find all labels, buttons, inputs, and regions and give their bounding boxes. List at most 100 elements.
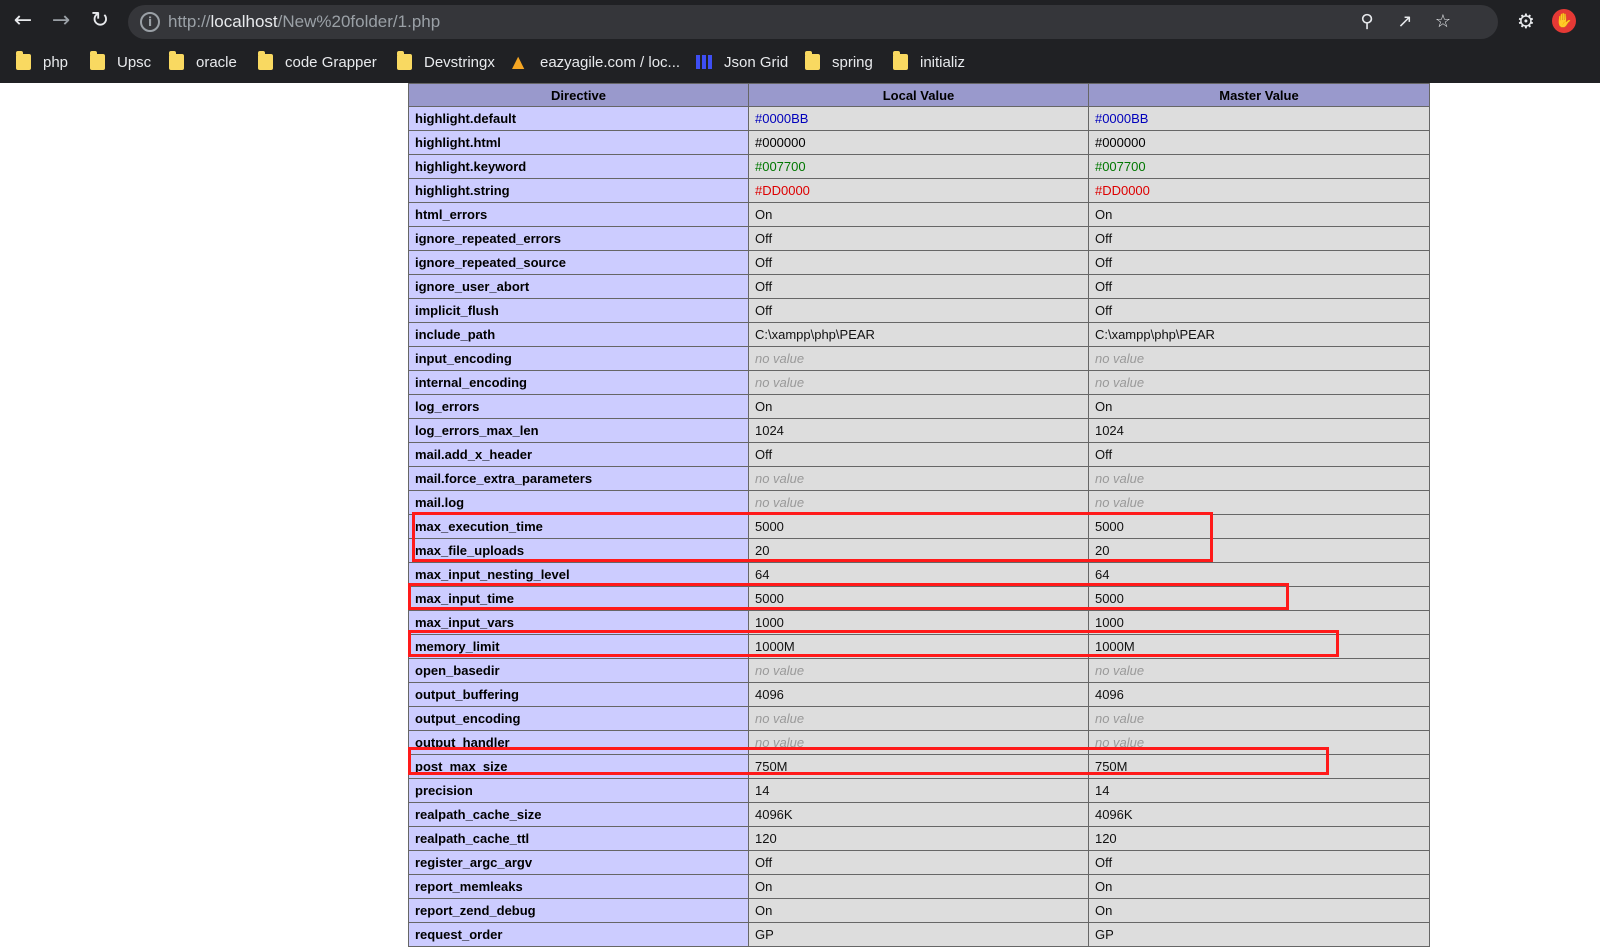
bookmark-label: eazyagile.com / loc...: [540, 53, 681, 71]
table-row: mail.add_x_header Off Off: [408, 442, 1431, 467]
bookmark-spring[interactable]: spring: [805, 50, 873, 74]
directive-cell: ignore_repeated_errors: [408, 226, 749, 251]
table-row: input_encoding no value no value: [408, 346, 1431, 371]
bookmark-label: php: [43, 53, 69, 71]
bookmark-label: code Grapper: [285, 53, 377, 71]
table-row: highlight.html #000000 #000000: [408, 130, 1431, 155]
table-row: max_file_uploads 20 20: [408, 538, 1431, 563]
reload-icon[interactable]: ↻: [85, 6, 115, 36]
directive-cell: html_errors: [408, 202, 749, 227]
bookmark-label: Upsc: [117, 53, 152, 71]
master-value-cell: C:\xampp\php\PEAR: [1087, 322, 1431, 347]
local-value-cell: Off: [747, 250, 1089, 275]
gear-extension-icon[interactable]: ⚙: [1514, 9, 1538, 33]
table-row: open_basedir no value no value: [408, 658, 1431, 683]
local-value-cell: 120: [747, 826, 1089, 851]
master-value-cell: On: [1087, 202, 1431, 227]
local-value-cell: 4096: [747, 682, 1089, 707]
master-value-cell: no value: [1087, 490, 1431, 515]
folder-icon: [805, 51, 820, 70]
local-value-cell: 4096K: [747, 802, 1089, 827]
bookmark-label: oracle: [196, 53, 237, 71]
grid-icon: [696, 55, 712, 69]
bookmark-upsc[interactable]: Upsc: [90, 50, 151, 74]
bookmark-code-grapper[interactable]: code Grapper: [258, 50, 377, 74]
bookmark-oracle[interactable]: oracle: [169, 50, 237, 74]
table-row: precision 14 14: [408, 778, 1431, 803]
directive-cell: precision: [408, 778, 749, 803]
local-value-cell: On: [747, 202, 1089, 227]
master-value-cell: no value: [1087, 346, 1431, 371]
master-value-cell: Off: [1087, 226, 1431, 251]
table-body: highlight.default #0000BB #0000BB highlight…: [408, 106, 1431, 947]
local-value-cell: 5000: [747, 514, 1089, 539]
master-value-cell: Off: [1087, 274, 1431, 299]
master-value-cell: no value: [1087, 730, 1431, 755]
master-value-cell: #0000BB: [1087, 106, 1431, 131]
directive-cell: max_input_vars: [408, 610, 749, 635]
folder-icon: [397, 51, 412, 70]
folder-icon: [90, 51, 105, 70]
folder-icon: [169, 51, 184, 70]
header-directive: Directive: [408, 83, 749, 107]
master-value-cell: 4096K: [1087, 802, 1431, 827]
table-row: register_argc_argv Off Off: [408, 850, 1431, 875]
master-value-cell: On: [1087, 874, 1431, 899]
master-value-cell: Off: [1087, 850, 1431, 875]
master-value-cell: #DD0000: [1087, 178, 1431, 203]
table-header-row: Directive Local Value Master Value: [408, 83, 1431, 107]
master-value-cell: #000000: [1087, 130, 1431, 155]
master-value-cell: no value: [1087, 370, 1431, 395]
table-row: highlight.string #DD0000 #DD0000: [408, 178, 1431, 203]
share-icon[interactable]: ↗: [1394, 11, 1416, 33]
local-value-cell: no value: [747, 346, 1089, 371]
table-row: highlight.keyword #007700 #007700: [408, 154, 1431, 179]
local-value-cell: 20: [747, 538, 1089, 563]
address-bar[interactable]: i http://localhost/New%20folder/1.php ⚲ …: [128, 5, 1498, 39]
directive-cell: register_argc_argv: [408, 850, 749, 875]
local-value-cell: no value: [747, 490, 1089, 515]
folder-icon: [893, 51, 908, 70]
bookmark-devstringx[interactable]: Devstringx: [397, 50, 495, 74]
forward-arrow-icon[interactable]: →: [46, 6, 76, 36]
table-row: html_errors On On: [408, 202, 1431, 227]
master-value-cell: 750M: [1087, 754, 1431, 779]
bookmark-php[interactable]: php: [16, 50, 68, 74]
directive-cell: log_errors: [408, 394, 749, 419]
local-value-cell: no value: [747, 466, 1089, 491]
table-row: memory_limit 1000M 1000M: [408, 634, 1431, 659]
hand-extension-icon[interactable]: ✋: [1552, 9, 1576, 33]
local-value-cell: Off: [747, 298, 1089, 323]
table-row: mail.force_extra_parameters no value no va…: [408, 466, 1431, 491]
bookmark-eazyagile[interactable]: ▲ eazyagile.com / loc...: [512, 50, 680, 74]
bookmark-label: initializ: [920, 53, 966, 71]
browser-toolbar: ← → ↻ i http://localhost/New%20folder/1.…: [0, 0, 1600, 42]
table-row: realpath_cache_size 4096K 4096K: [408, 802, 1431, 827]
local-value-cell: GP: [747, 922, 1089, 947]
table-row: include_path C:\xampp\php\PEAR C:\xampp\ph…: [408, 322, 1431, 347]
bookmarks-bar: php Upsc oracle code Grapper Devstringx …: [0, 42, 1600, 83]
master-value-cell: 14: [1087, 778, 1431, 803]
back-arrow-icon[interactable]: ←: [8, 6, 38, 36]
table-row: max_input_nesting_level 64 64: [408, 562, 1431, 587]
table-row: report_zend_debug On On: [408, 898, 1431, 923]
star-icon[interactable]: ☆: [1432, 11, 1454, 33]
url-prefix: http://: [168, 12, 211, 31]
bookmark-label: Json Grid: [724, 53, 789, 71]
bookmark-initializ[interactable]: initializ: [893, 50, 965, 74]
url-text[interactable]: http://localhost/New%20folder/1.php: [168, 12, 440, 32]
zoom-icon[interactable]: ⚲: [1356, 11, 1378, 33]
bookmark-json-grid[interactable]: Json Grid: [696, 50, 788, 74]
directive-cell: ignore_repeated_source: [408, 250, 749, 275]
local-value-cell: 1000: [747, 610, 1089, 635]
info-icon[interactable]: i: [140, 12, 160, 32]
local-value-cell: Off: [747, 274, 1089, 299]
directive-cell: output_handler: [408, 730, 749, 755]
browser-chrome: ← → ↻ i http://localhost/New%20folder/1.…: [0, 0, 1600, 83]
local-value-cell: 750M: [747, 754, 1089, 779]
folder-icon: [16, 51, 31, 70]
table-row: implicit_flush Off Off: [408, 298, 1431, 323]
local-value-cell: no value: [747, 730, 1089, 755]
master-value-cell: 4096: [1087, 682, 1431, 707]
master-value-cell: #007700: [1087, 154, 1431, 179]
